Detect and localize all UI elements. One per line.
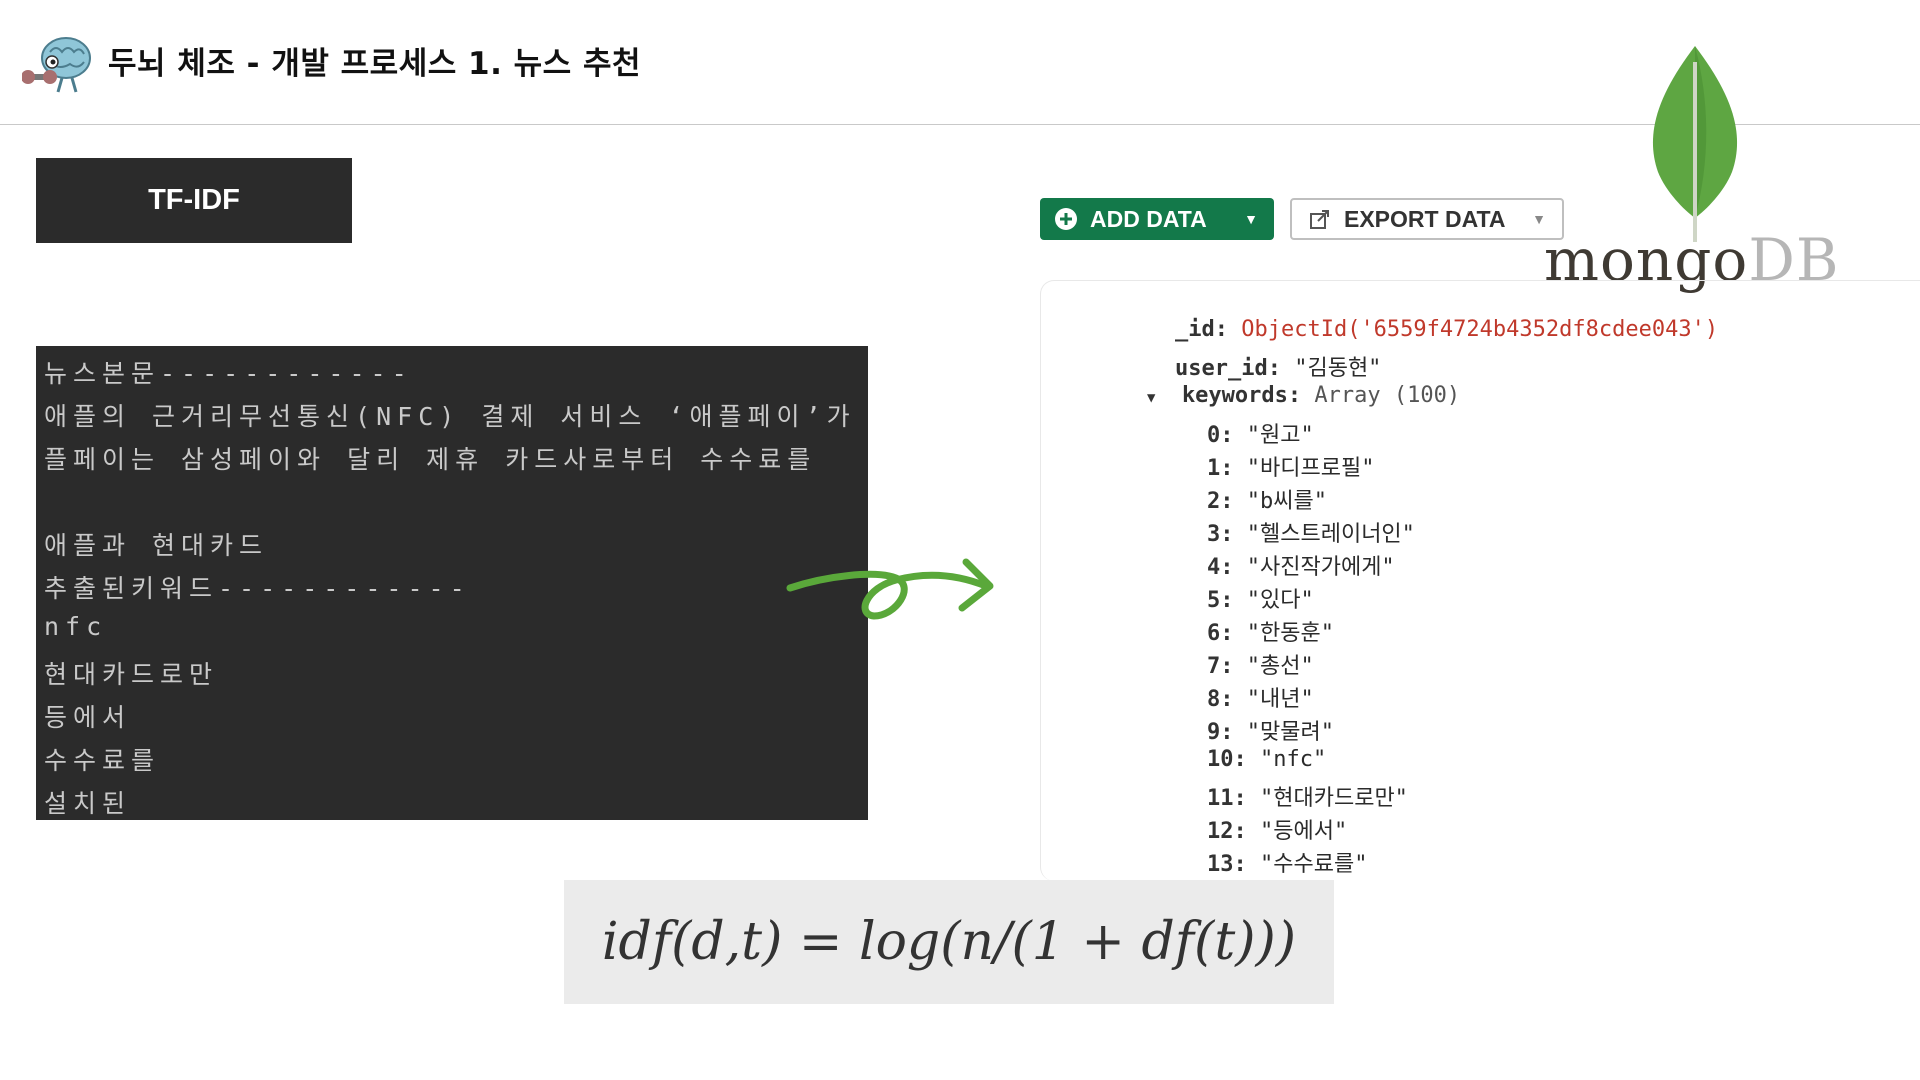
- array-value: "b씨를": [1246, 489, 1327, 514]
- tfidf-label: TF-IDF: [36, 158, 352, 243]
- array-item: 13: "수수료를": [1207, 846, 1367, 878]
- field-user-id: user_id: "김동현": [1175, 350, 1381, 382]
- array-value: "현대카드로만": [1260, 786, 1408, 811]
- terminal-line: 설치된: [44, 789, 132, 818]
- terminal-line: 현대카드로만: [44, 660, 219, 689]
- array-index: 0:: [1207, 423, 1234, 448]
- array-item: 4: "사진작가에게": [1207, 549, 1395, 581]
- array-item: 3: "헬스트레이너인": [1207, 516, 1415, 548]
- array-item: 1: "바디프로필": [1207, 450, 1374, 482]
- array-index: 12:: [1207, 819, 1247, 844]
- array-value: "등에서": [1260, 819, 1348, 844]
- idf-formula: idf(d,t) = log(n/(1 + df(t))): [564, 880, 1334, 1004]
- header: 두뇌 체조 - 개발 프로세스 1. 뉴스 추천: [0, 0, 1920, 125]
- array-item: 7: "총선": [1207, 648, 1314, 680]
- array-index: 4:: [1207, 555, 1234, 580]
- array-index: 13:: [1207, 852, 1247, 877]
- array-value: "헬스트레이너인": [1246, 522, 1415, 547]
- array-value: "내년": [1246, 687, 1314, 712]
- terminal-line: 수수료를: [44, 746, 161, 775]
- page-title: 두뇌 체조 - 개발 프로세스 1. 뉴스 추천: [108, 46, 642, 82]
- plus-circle-icon: [1054, 207, 1078, 231]
- array-value: "있다": [1246, 588, 1314, 613]
- export-icon: [1308, 207, 1332, 231]
- chevron-down-icon: ▼: [1532, 211, 1546, 227]
- array-item: 11: "현대카드로만": [1207, 780, 1408, 812]
- array-index: 11:: [1207, 786, 1247, 811]
- array-value: "원고": [1246, 423, 1314, 448]
- field-value: ObjectId('6559f4724b4352df8cdee043'): [1241, 317, 1719, 342]
- export-data-button[interactable]: EXPORT DATA ▼: [1290, 198, 1564, 240]
- array-index: 6:: [1207, 621, 1234, 646]
- field-key: keywords:: [1181, 383, 1302, 408]
- field-type: Array (100): [1314, 383, 1461, 408]
- terminal-line: 플페이는 삼성페이와 달리 제휴 카드사로부터 수수료를: [44, 445, 817, 474]
- curved-arrow-icon: [786, 558, 994, 620]
- field-keywords[interactable]: ▼ keywords: Array (100): [1147, 383, 1460, 408]
- terminal-line: nfc: [44, 612, 108, 641]
- document-card: _id: ObjectId('6559f4724b4352df8cdee043'…: [1040, 280, 1920, 881]
- terminal-line: 애플의 근거리무선통신(NFC) 결제 서비스 ‘애플페이’가: [44, 402, 856, 431]
- array-item: 6: "한동훈": [1207, 615, 1334, 647]
- array-value: "총선": [1246, 654, 1314, 679]
- mongodb-leaf-logo: [1652, 46, 1738, 242]
- array-index: 9:: [1207, 720, 1234, 745]
- field-value: "김동현": [1294, 356, 1382, 381]
- array-value: "맞물려": [1246, 720, 1334, 745]
- brain-mascot-icon: [22, 37, 91, 93]
- chevron-down-icon: ▼: [1244, 211, 1258, 227]
- array-value: "nfc": [1260, 747, 1327, 772]
- array-value: "바디프로필": [1246, 456, 1375, 481]
- export-data-label: EXPORT DATA: [1344, 205, 1506, 232]
- add-data-button[interactable]: ADD DATA ▼: [1040, 198, 1274, 240]
- terminal-line: 애플과 현대카드: [44, 531, 269, 560]
- field-id: _id: ObjectId('6559f4724b4352df8cdee043'…: [1175, 317, 1718, 342]
- terminal-line: 추출된키워드------------: [44, 574, 471, 603]
- array-item: 8: "내년": [1207, 681, 1314, 713]
- terminal-line: 등에서: [44, 703, 132, 732]
- array-index: 1:: [1207, 456, 1234, 481]
- field-key: _id:: [1175, 317, 1228, 342]
- array-item: 5: "있다": [1207, 582, 1314, 614]
- add-data-label: ADD DATA: [1090, 205, 1207, 232]
- array-index: 7:: [1207, 654, 1234, 679]
- array-item: 10: "nfc": [1207, 747, 1326, 772]
- array-index: 2:: [1207, 489, 1234, 514]
- array-index: 10:: [1207, 747, 1247, 772]
- array-item: 9: "맞물려": [1207, 714, 1334, 746]
- array-index: 3:: [1207, 522, 1234, 547]
- array-index: 5:: [1207, 588, 1234, 613]
- array-value: "한동훈": [1246, 621, 1334, 646]
- field-key: user_id:: [1175, 356, 1281, 381]
- terminal-output: 뉴스본문------------ 애플의 근거리무선통신(NFC) 결제 서비스…: [36, 346, 868, 820]
- array-index: 8:: [1207, 687, 1234, 712]
- array-value: "수수료를": [1260, 852, 1368, 877]
- array-item: 0: "원고": [1207, 417, 1314, 449]
- array-item: 12: "등에서": [1207, 813, 1347, 845]
- expand-caret-icon[interactable]: ▼: [1147, 390, 1155, 406]
- array-value: "사진작가에게": [1246, 555, 1395, 580]
- array-item: 2: "b씨를": [1207, 483, 1327, 515]
- terminal-line: 뉴스본문------------: [44, 359, 413, 388]
